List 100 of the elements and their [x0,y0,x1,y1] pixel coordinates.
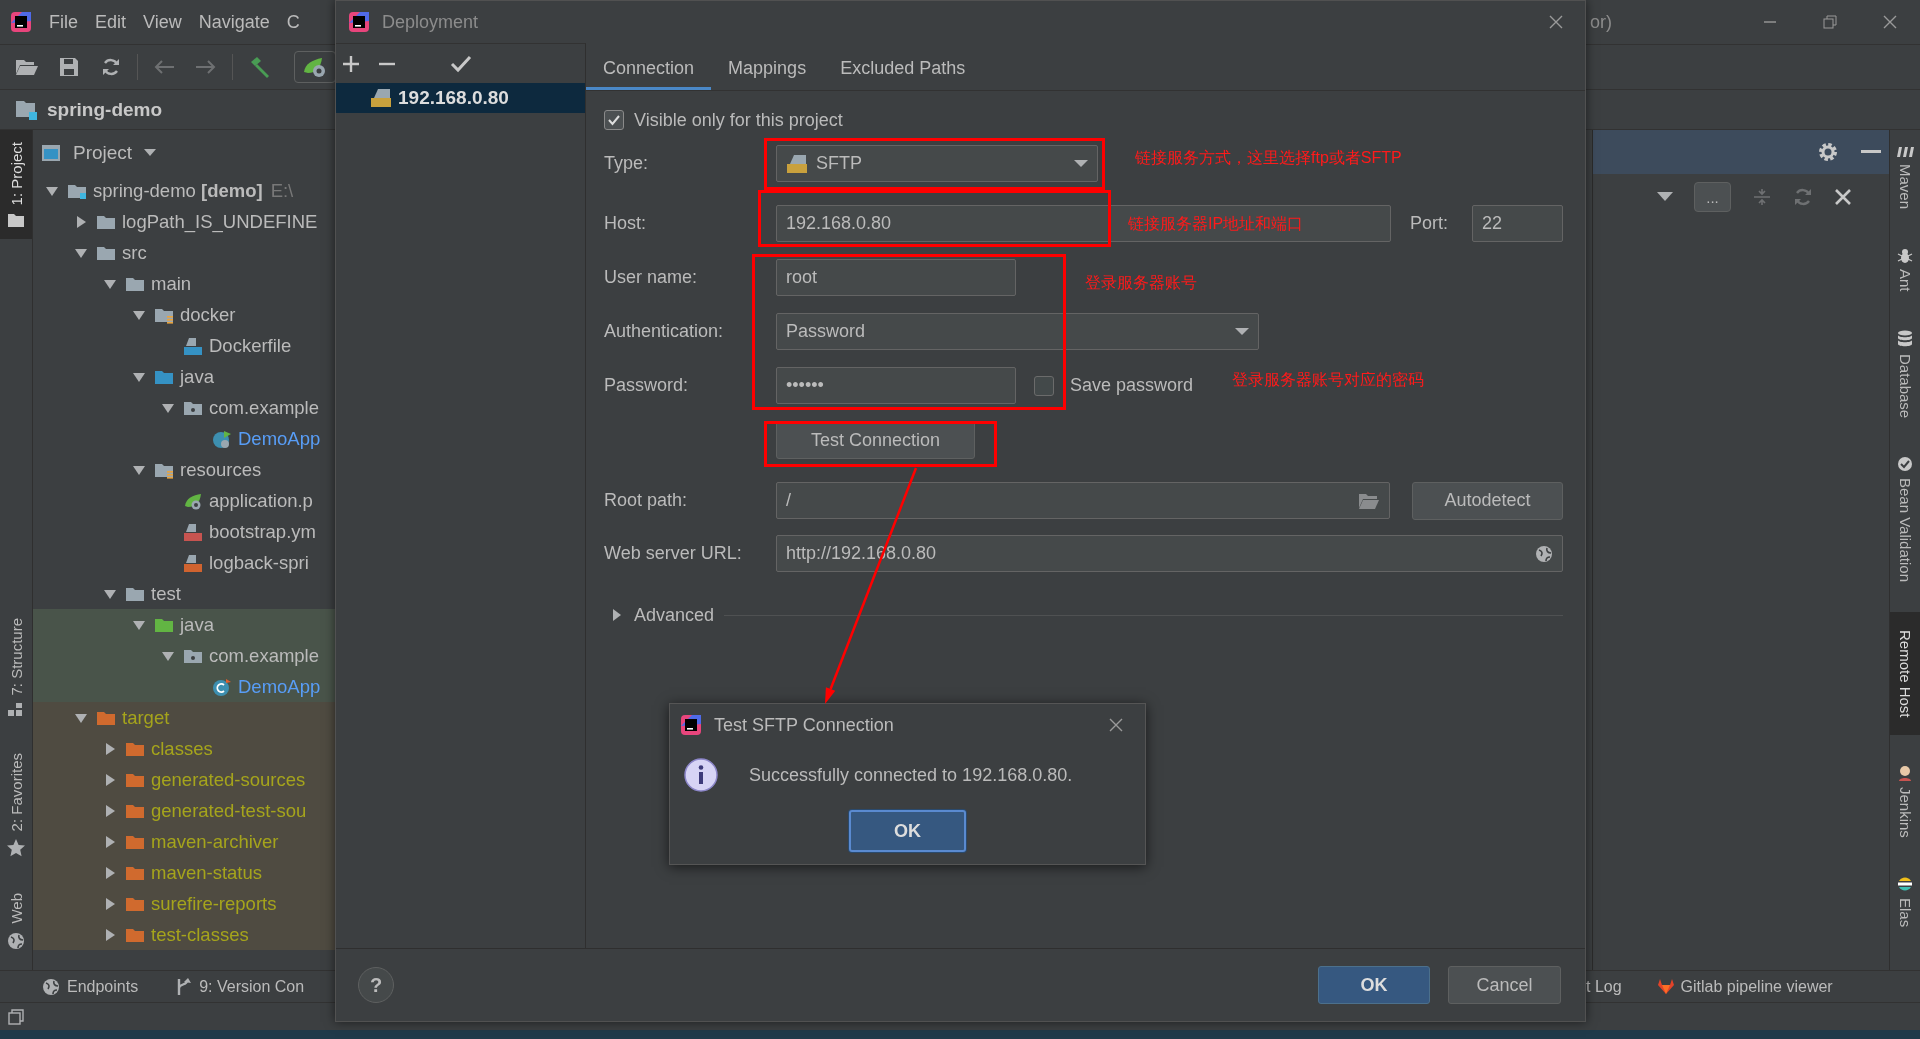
close-icon[interactable] [1549,15,1563,29]
tool-window-tab[interactable]: Ant [1890,239,1920,300]
tree-item[interactable]: generated-test-sou [33,795,335,826]
caret-icon[interactable] [103,803,117,818]
view-selector[interactable]: Project [33,130,335,175]
authentication-dropdown[interactable]: Password [776,313,1259,350]
bug-icon [1897,247,1913,264]
tool-window-tab[interactable]: Gitlab pipeline viewer [1657,977,1833,996]
menu-item[interactable]: File [49,11,78,33]
tree-item[interactable]: application.p [33,485,335,516]
globe-icon[interactable] [1535,544,1553,563]
menu-item[interactable]: View [143,11,182,33]
checkbox[interactable] [1034,375,1054,396]
tool-window-tab[interactable]: 2: Favorites [0,741,32,870]
star-icon [7,839,25,858]
tool-window-tab[interactable]: Endpoints [42,977,139,996]
tree-item[interactable]: classes [33,733,335,764]
ok-button[interactable]: OK [1318,966,1430,1004]
tree-item[interactable]: Dockerfile [33,330,335,361]
tool-window-tab[interactable]: Maven [1890,136,1920,218]
tab[interactable]: Connection [586,43,712,90]
caret-icon[interactable] [103,741,117,756]
tool-window-tab[interactable]: Web [0,881,32,962]
password-field[interactable]: •••••• [776,367,1016,404]
cancel-button[interactable]: Cancel [1448,966,1561,1004]
tree-item[interactable]: com.example [33,640,335,671]
tree-item[interactable]: resources [33,454,335,485]
tree-item[interactable]: maven-status [33,857,335,888]
settings-icon[interactable] [1817,141,1839,163]
save-icon[interactable] [59,57,79,77]
tree-item[interactable]: com.example [33,392,335,423]
tab[interactable]: Excluded Paths [823,43,983,90]
open-folder-icon[interactable] [15,57,39,77]
tree-item[interactable]: target [33,702,335,733]
tool-window-tab[interactable]: Elas [1890,868,1920,936]
tree-item[interactable]: logPath_IS_UNDEFINE [33,206,335,237]
help-button[interactable]: ? [358,967,394,1003]
type-dropdown[interactable]: SFTP [776,145,1098,182]
close-icon[interactable] [1883,15,1897,29]
menu-item[interactable]: Navigate [198,11,270,33]
tree-item[interactable]: DemoApp [33,423,335,454]
tool-window-tab[interactable]: Jenkins [1890,757,1920,847]
info-icon [683,757,719,793]
close-icon[interactable] [1109,718,1123,732]
tool-window-tab[interactable]: 9: Version Con [176,977,305,996]
list-item[interactable]: 192.168.0.80 [336,83,585,113]
breadcrumb[interactable]: spring-demo [47,98,163,121]
tree-item[interactable]: spring-demo [demo] E:\ [33,175,335,206]
panel-toggle-icon[interactable] [8,1008,24,1025]
port-field[interactable]: 22 [1472,205,1563,242]
folder-icon[interactable] [1358,491,1380,510]
tree-item[interactable]: main [33,268,335,299]
caret-icon [1074,159,1088,168]
caret-icon[interactable] [103,772,117,787]
tool-window-tab[interactable]: Bean Validation [1890,447,1920,590]
caret-icon[interactable] [1657,192,1673,202]
annotation-text: 登录服务器账号 [1085,273,1197,293]
checkbox[interactable] [604,110,624,130]
tool-window-tab[interactable]: Remote Host [1890,611,1920,736]
tree-item[interactable]: surefire-reports [33,888,335,919]
caret-icon[interactable] [74,214,88,229]
caret-icon[interactable] [103,927,117,942]
tool-window-tab[interactable]: 1: Project [0,130,32,240]
annotation-text: 链接服务器IP地址和端口 [1128,214,1304,234]
tab[interactable]: Mappings [711,43,824,90]
ok-button[interactable]: OK [849,810,966,852]
tree-item[interactable]: DemoApp [33,671,335,702]
tree-item[interactable]: test [33,578,335,609]
tree-item[interactable]: java [33,609,335,640]
tool-window-tab[interactable]: t Log [1586,977,1622,996]
autodetect-button[interactable]: Autodetect [1412,481,1563,520]
dialog-title: Test SFTP Connection [714,714,894,736]
add-icon[interactable] [342,54,360,73]
minimize-icon[interactable] [1861,150,1881,154]
tree-item[interactable]: docker [33,299,335,330]
class-icon [212,429,232,448]
restore-icon[interactable] [1823,15,1837,29]
tree-item[interactable]: test-classes [33,919,335,950]
tree-item[interactable]: java [33,361,335,392]
tool-window-tab[interactable]: Database [1890,321,1920,426]
tree-item[interactable]: src [33,237,335,268]
tool-window-tab[interactable]: 7: Structure [0,605,32,730]
sync-icon[interactable] [101,57,121,77]
tree-item[interactable]: bootstrap.ym [33,516,335,547]
username-field[interactable]: root [776,259,1016,296]
advanced-toggle[interactable]: Advanced [604,604,715,626]
close-icon[interactable] [1834,188,1852,206]
tree-item[interactable]: logback-spri [33,547,335,578]
tree-item[interactable]: maven-archiver [33,826,335,857]
menu-item[interactable]: C [286,11,300,33]
caret-icon[interactable] [103,896,117,911]
caret-icon[interactable] [103,865,117,880]
root-path-field[interactable]: / [776,482,1390,519]
tree-item[interactable]: generated-sources [33,764,335,795]
folder-icon [15,98,39,121]
caret-icon[interactable] [103,834,117,849]
checkmark-icon [607,113,621,127]
menu-item[interactable]: Edit [95,11,127,33]
check-icon[interactable] [450,54,472,73]
browse-button[interactable]: ... [1694,182,1731,212]
